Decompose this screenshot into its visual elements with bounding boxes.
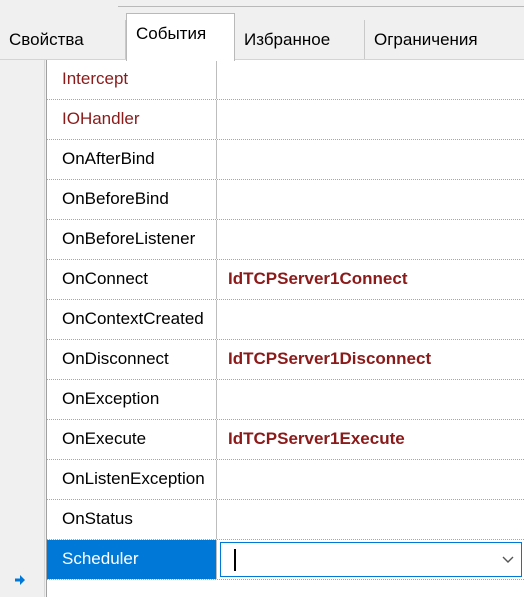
tab-restrictions-label: Ограничения	[374, 30, 478, 49]
event-handler-value[interactable]: IdTCPServer1Connect	[217, 260, 524, 299]
event-name[interactable]: Intercept	[47, 60, 217, 99]
event-row-scheduler[interactable]: Scheduler	[47, 540, 524, 580]
event-row-iohandler[interactable]: IOHandler	[47, 100, 524, 140]
event-row-oncontextcreated[interactable]: OnContextCreated	[47, 300, 524, 340]
arrow-right-icon	[15, 575, 25, 585]
event-name[interactable]: OnAfterBind	[47, 140, 217, 179]
event-value[interactable]	[217, 180, 524, 219]
event-value[interactable]	[217, 500, 524, 539]
event-handler-value[interactable]: IdTCPServer1Disconnect	[217, 340, 524, 379]
row-gutter	[0, 60, 47, 597]
grid-empty-area	[47, 580, 524, 610]
event-row-onbeforebind[interactable]: OnBeforeBind	[47, 180, 524, 220]
tab-events-label: События	[136, 24, 207, 43]
event-name[interactable]: OnExecute	[47, 420, 217, 459]
event-row-onlistenexception[interactable]: OnListenException	[47, 460, 524, 500]
event-value[interactable]	[217, 100, 524, 139]
tab-bar-top-border	[118, 6, 524, 7]
gutter-divider	[44, 60, 45, 597]
tab-events[interactable]: События	[126, 13, 235, 61]
event-name[interactable]: OnListenException	[47, 460, 217, 499]
tab-bar: Свойства События Избранное Ограничения	[0, 0, 524, 61]
event-name[interactable]: IOHandler	[47, 100, 217, 139]
event-name[interactable]: OnContextCreated	[47, 300, 217, 339]
event-row-ondisconnect[interactable]: OnDisconnect IdTCPServer1Disconnect	[47, 340, 524, 380]
event-row-intercept[interactable]: Intercept	[47, 60, 524, 100]
event-name[interactable]: OnStatus	[47, 500, 217, 539]
event-value[interactable]	[217, 460, 524, 499]
tab-restrictions[interactable]: Ограничения	[365, 20, 524, 59]
event-value[interactable]	[217, 300, 524, 339]
event-row-onstatus[interactable]: OnStatus	[47, 500, 524, 540]
event-handler-value[interactable]: IdTCPServer1Execute	[217, 420, 524, 459]
event-name[interactable]: OnException	[47, 380, 217, 419]
event-name[interactable]: OnConnect	[47, 260, 217, 299]
event-grid: Intercept IOHandler OnAfterBind OnBefore…	[0, 60, 524, 610]
tab-favorites-label: Избранное	[244, 30, 331, 49]
event-row-onbeforelistener[interactable]: OnBeforeListener	[47, 220, 524, 260]
tab-properties[interactable]: Свойства	[0, 20, 126, 59]
event-value[interactable]	[217, 220, 524, 259]
event-name[interactable]: OnBeforeBind	[47, 180, 217, 219]
tab-properties-label: Свойства	[9, 30, 84, 49]
event-name[interactable]: OnBeforeListener	[47, 220, 217, 259]
text-caret	[234, 549, 236, 571]
event-row-onafterbind[interactable]: OnAfterBind	[47, 140, 524, 180]
event-value[interactable]	[217, 60, 524, 99]
scheduler-value-combobox[interactable]	[220, 542, 522, 577]
event-name-selected[interactable]: Scheduler	[47, 540, 217, 579]
event-value[interactable]	[217, 140, 524, 179]
event-row-onexecute[interactable]: OnExecute IdTCPServer1Execute	[47, 420, 524, 460]
event-row-onexception[interactable]: OnException	[47, 380, 524, 420]
chevron-down-icon[interactable]	[501, 552, 515, 566]
event-rows: Intercept IOHandler OnAfterBind OnBefore…	[47, 60, 524, 580]
event-name[interactable]: OnDisconnect	[47, 340, 217, 379]
tab-favorites[interactable]: Избранное	[235, 20, 365, 59]
event-value[interactable]	[217, 380, 524, 419]
event-row-onconnect[interactable]: OnConnect IdTCPServer1Connect	[47, 260, 524, 300]
